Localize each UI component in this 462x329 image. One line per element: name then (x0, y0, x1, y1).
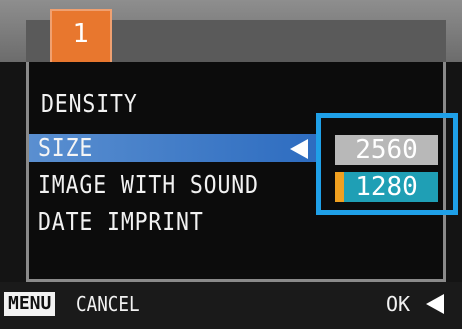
menu-key-badge[interactable]: MENU (4, 292, 56, 316)
tab-1[interactable]: 1 (50, 9, 112, 62)
menu-item-density[interactable]: DENSITY (41, 88, 138, 120)
tab-bar: 1 (0, 0, 462, 62)
ok-label: OK (386, 292, 411, 316)
current-setting-marker (335, 172, 344, 202)
size-option-2560[interactable]: 2560 (335, 135, 438, 165)
left-triangle-icon (290, 139, 308, 159)
size-option-1280[interactable]: 1280 (335, 172, 438, 202)
menu-item-size[interactable]: SIZE (38, 132, 93, 164)
camera-menu-screen: 1 DENSITY SIZE IMAGE WITH SOUND DATE IMP… (0, 0, 462, 329)
left-triangle-icon[interactable] (426, 294, 444, 314)
footer-bar: MENU CANCEL OK (0, 282, 462, 329)
menu-item-image-with-sound[interactable]: IMAGE WITH SOUND (38, 169, 259, 201)
menu-item-date-imprint[interactable]: DATE IMPRINT (38, 206, 204, 238)
cancel-label: CANCEL (76, 292, 140, 316)
